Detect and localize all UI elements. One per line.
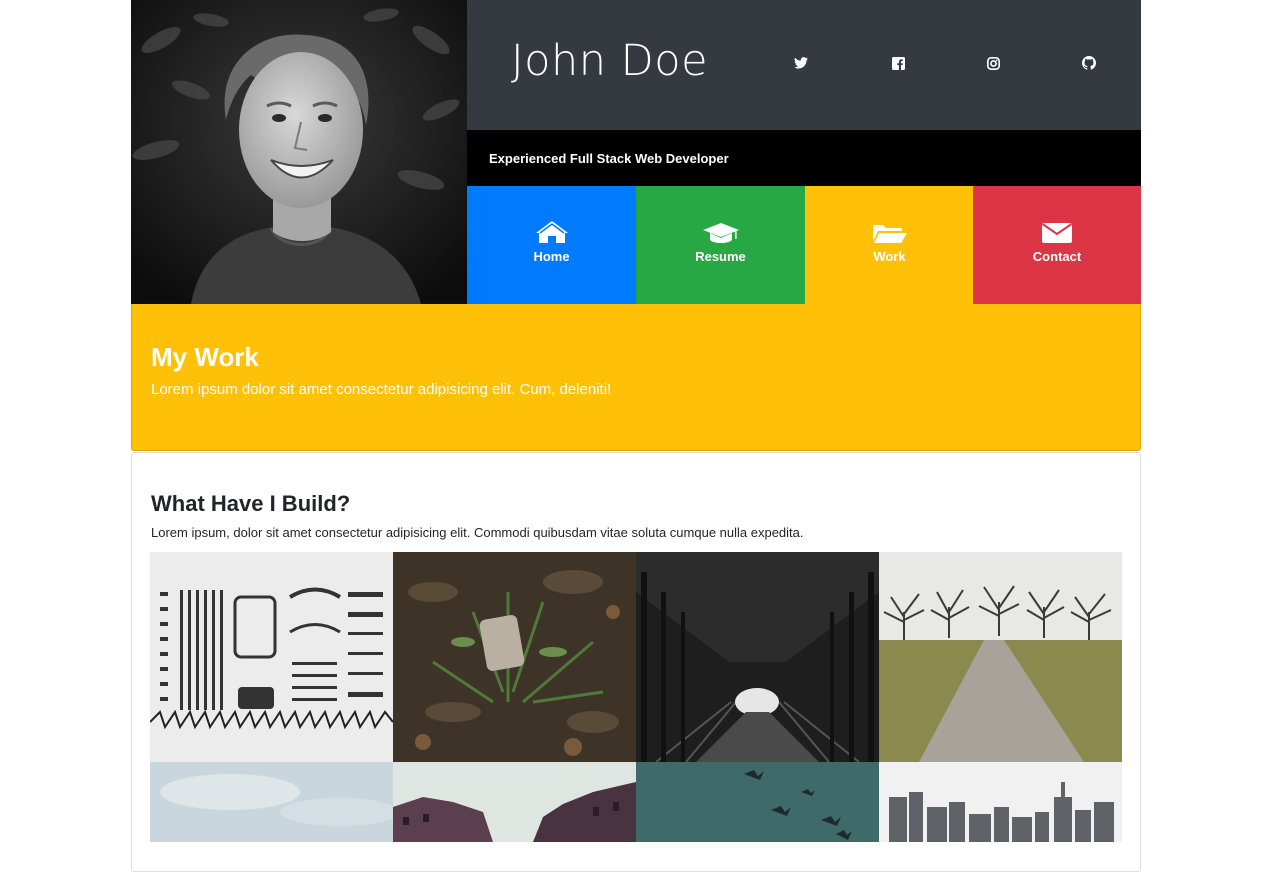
folder-open-icon [872, 218, 908, 244]
gallery-image-street[interactable] [393, 762, 636, 842]
instagram-icon[interactable] [985, 55, 1001, 71]
gallery-image-birds[interactable] [636, 762, 879, 842]
nav-contact[interactable]: Contact [973, 186, 1141, 304]
section-title: What Have I Build? [151, 491, 351, 516]
home-icon [535, 218, 569, 244]
facebook-icon[interactable] [890, 55, 906, 71]
gallery-image-typewriter-parts[interactable] [150, 552, 393, 762]
gallery-image-forest-floor[interactable] [393, 552, 636, 762]
gallery-image-tree-tunnel[interactable] [636, 552, 879, 762]
gallery-image-sky[interactable] [150, 762, 393, 842]
nav-work-label: Work [873, 249, 906, 264]
banner-title: My Work [151, 342, 259, 372]
work-banner: My Work Lorem ipsum dolor sit amet conse… [131, 304, 1141, 451]
nav-work[interactable]: Work [805, 186, 974, 304]
github-icon[interactable] [1081, 55, 1097, 71]
graduation-cap-icon [702, 218, 740, 244]
gallery-image-city-skyline[interactable] [879, 762, 1122, 842]
nav-home[interactable]: Home [467, 186, 636, 304]
profile-photo [131, 0, 467, 304]
nav-resume-label: Resume [695, 249, 746, 264]
profile-name: John Doe [511, 36, 709, 86]
nav-home-label: Home [533, 249, 570, 264]
work-card: What Have I Build? Lorem ipsum, dolor si… [131, 452, 1141, 872]
page-container: John Doe Experienced Full Stack Web Deve… [131, 0, 1141, 872]
section-description: Lorem ipsum, dolor sit amet consectetur … [151, 525, 804, 540]
nav-contact-label: Contact [1032, 249, 1082, 264]
gallery-image-path-trees[interactable] [879, 552, 1122, 762]
envelope-icon [1041, 218, 1073, 244]
tagline: Experienced Full Stack Web Developer [489, 151, 729, 166]
header-bar: John Doe [467, 0, 1141, 130]
twitter-icon[interactable] [793, 55, 809, 71]
tagline-bar: Experienced Full Stack Web Developer [467, 130, 1141, 186]
nav-resume[interactable]: Resume [636, 186, 805, 304]
banner-subtitle: Lorem ipsum dolor sit amet consectetur a… [151, 381, 612, 398]
